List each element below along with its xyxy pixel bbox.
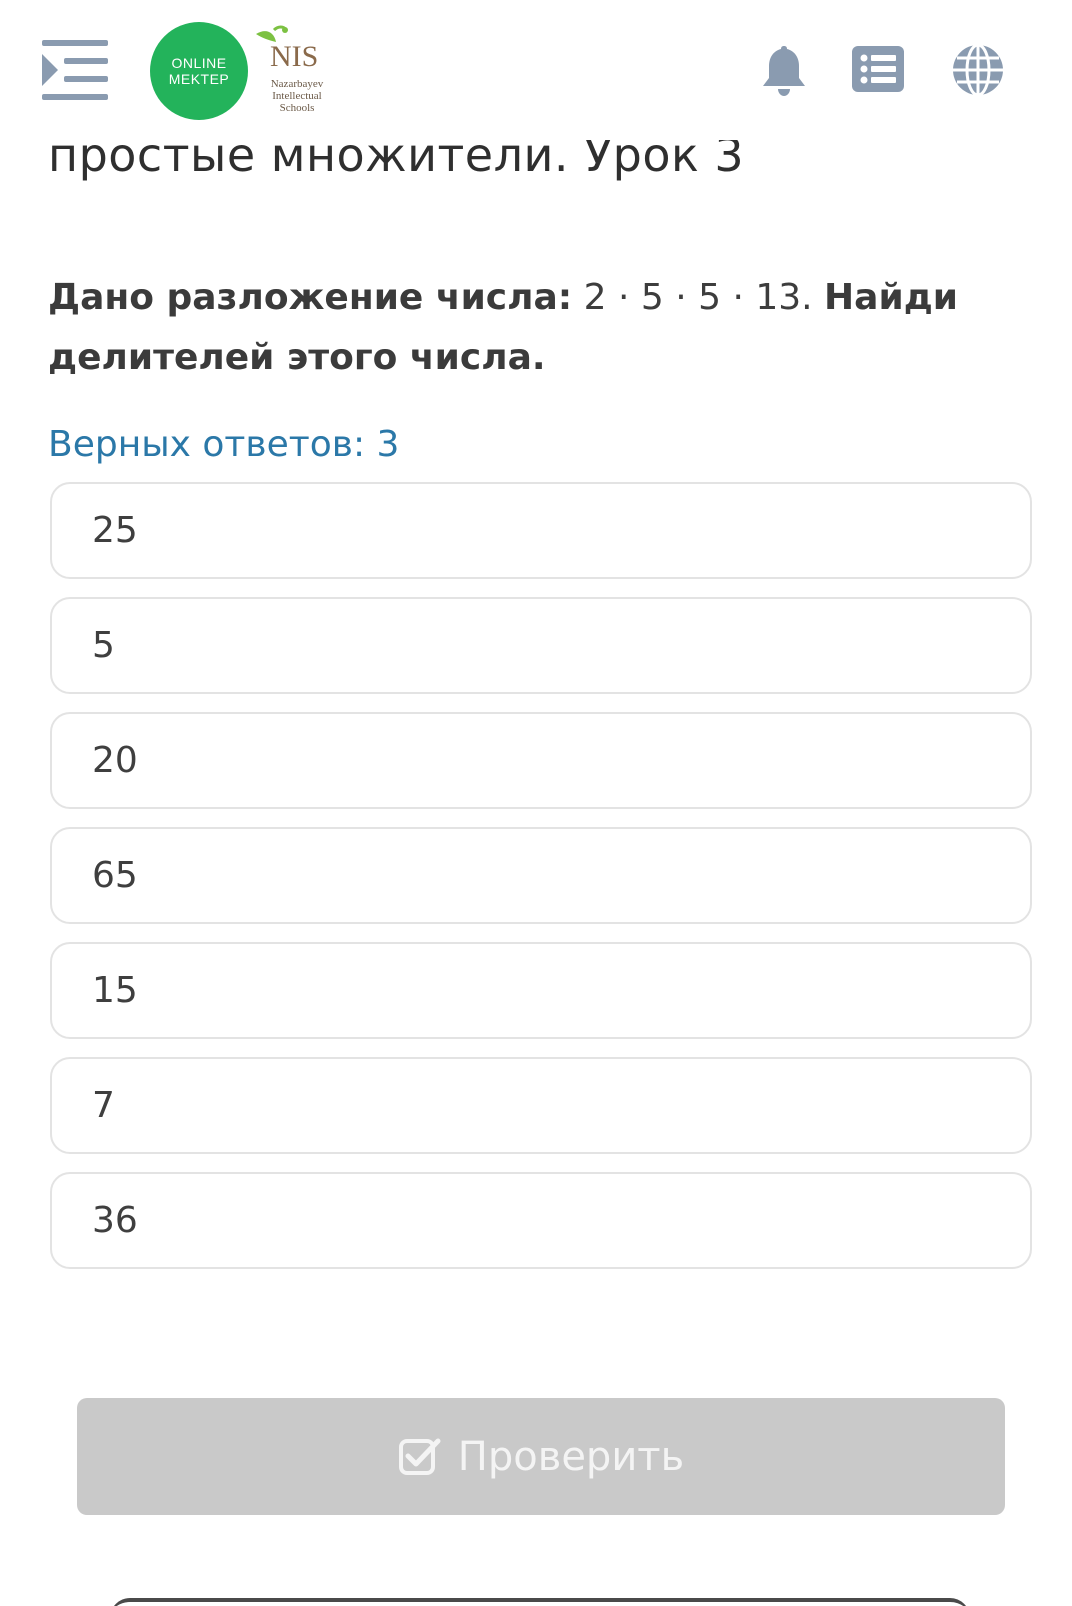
option-label: 7 <box>92 1085 115 1126</box>
answer-option[interactable]: 15 <box>50 942 1032 1039</box>
bell-icon[interactable] <box>756 42 812 98</box>
answer-options: 25 5 20 65 15 7 36 <box>50 482 1032 1287</box>
page: простые множители. Урок 3 ONLINE MEKTEP <box>0 0 1072 1606</box>
bottom-panel-edge <box>110 1598 970 1606</box>
option-label: 25 <box>92 510 138 551</box>
nis-mark: NIS <box>270 40 319 73</box>
nis-sub-line1: Nazarbayev <box>270 78 324 90</box>
option-label: 5 <box>92 625 115 666</box>
check-button-label: Проверить <box>457 1433 685 1480</box>
online-mektep-logo: ONLINE MEKTEP <box>150 22 248 120</box>
logo-mektep-text: MEKTEP <box>168 71 230 87</box>
question-prefix: Дано разложение числа: <box>48 277 573 318</box>
logo-online-text: ONLINE <box>171 55 227 71</box>
option-label: 36 <box>92 1200 138 1241</box>
answer-option[interactable]: 25 <box>50 482 1032 579</box>
correct-answers-count: Верных ответов: 3 <box>48 424 400 465</box>
nis-logo: NIS Nazarbayev Intellectual Schools <box>252 24 342 118</box>
option-label: 15 <box>92 970 138 1011</box>
answer-option[interactable]: 65 <box>50 827 1032 924</box>
nis-sub-line2: Intellectual <box>272 90 322 102</box>
nis-subtitle: Nazarbayev Intellectual Schools <box>262 78 332 114</box>
answer-option[interactable]: 5 <box>50 597 1032 694</box>
check-button[interactable]: Проверить <box>77 1398 1005 1515</box>
answer-option[interactable]: 20 <box>50 712 1032 809</box>
question-text: Дано разложение числа: 2 · 5 · 5 · 13. Н… <box>48 268 1008 388</box>
answer-option[interactable]: 36 <box>50 1172 1032 1269</box>
option-label: 65 <box>92 855 138 896</box>
globe-icon[interactable] <box>950 42 1006 98</box>
top-header: ONLINE MEKTEP NIS Nazarbayev Intellectua… <box>0 0 1072 140</box>
answer-option[interactable]: 7 <box>50 1057 1032 1154</box>
option-label: 20 <box>92 740 138 781</box>
question-expression: 2 · 5 · 5 · 13. <box>572 277 825 318</box>
menu-icon[interactable] <box>40 36 112 106</box>
nis-sub-line3: Schools <box>279 102 315 114</box>
checkbox-check-icon <box>398 1438 441 1475</box>
list-icon[interactable] <box>850 42 906 98</box>
